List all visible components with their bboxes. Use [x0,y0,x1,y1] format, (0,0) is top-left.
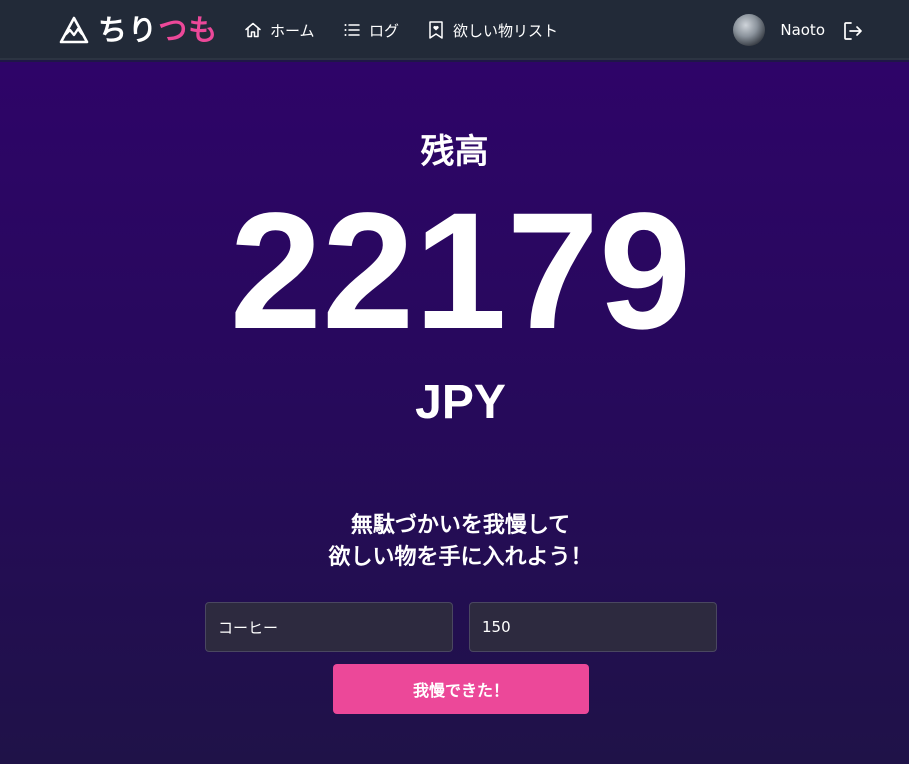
nav-wishlist-label: 欲しい物リスト [453,21,559,40]
top-navbar: ちりつも ホーム ログ 欲しい物リスト Naoto [0,0,909,60]
slogan: 無駄づかいを我慢して 欲しい物を手に入れよう！ [0,510,909,574]
main-content: 残高 22179 JPY 無駄づかいを我慢して 欲しい物を手に入れよう！ 我慢で… [0,62,909,764]
balance-value: 22179 [229,179,692,364]
app-name-part1: ちり [98,13,159,47]
logout-icon[interactable] [841,19,865,43]
balance-currency: JPY [415,376,506,429]
app-logo[interactable]: ちりつも [58,12,218,48]
slogan-line1: 無駄づかいを我慢して [350,513,571,538]
user-name: Naoto [780,21,825,39]
mountain-icon [59,16,89,44]
nav-home-label: ホーム [270,21,315,40]
submit-button[interactable]: 我慢できた！ [333,664,589,714]
user-menu[interactable]: Naoto [733,14,825,46]
nav-log-label: ログ [369,21,400,40]
avatar[interactable] [733,14,766,46]
bookmark-heart-icon [429,21,443,39]
nav-log[interactable]: ログ [343,17,399,43]
list-icon [344,24,360,36]
app-name: ちりつも [98,12,218,48]
amount-input[interactable] [469,602,717,652]
nav-home[interactable]: ホーム [244,17,315,43]
slogan-line2: 欲しい物を手に入れよう！ [328,545,593,570]
nav-wishlist[interactable]: 欲しい物リスト [427,17,558,43]
home-icon [245,22,261,38]
item-name-input[interactable] [205,602,453,652]
balance-label: 残高 [420,132,489,172]
app-name-part2: つも [158,13,219,47]
